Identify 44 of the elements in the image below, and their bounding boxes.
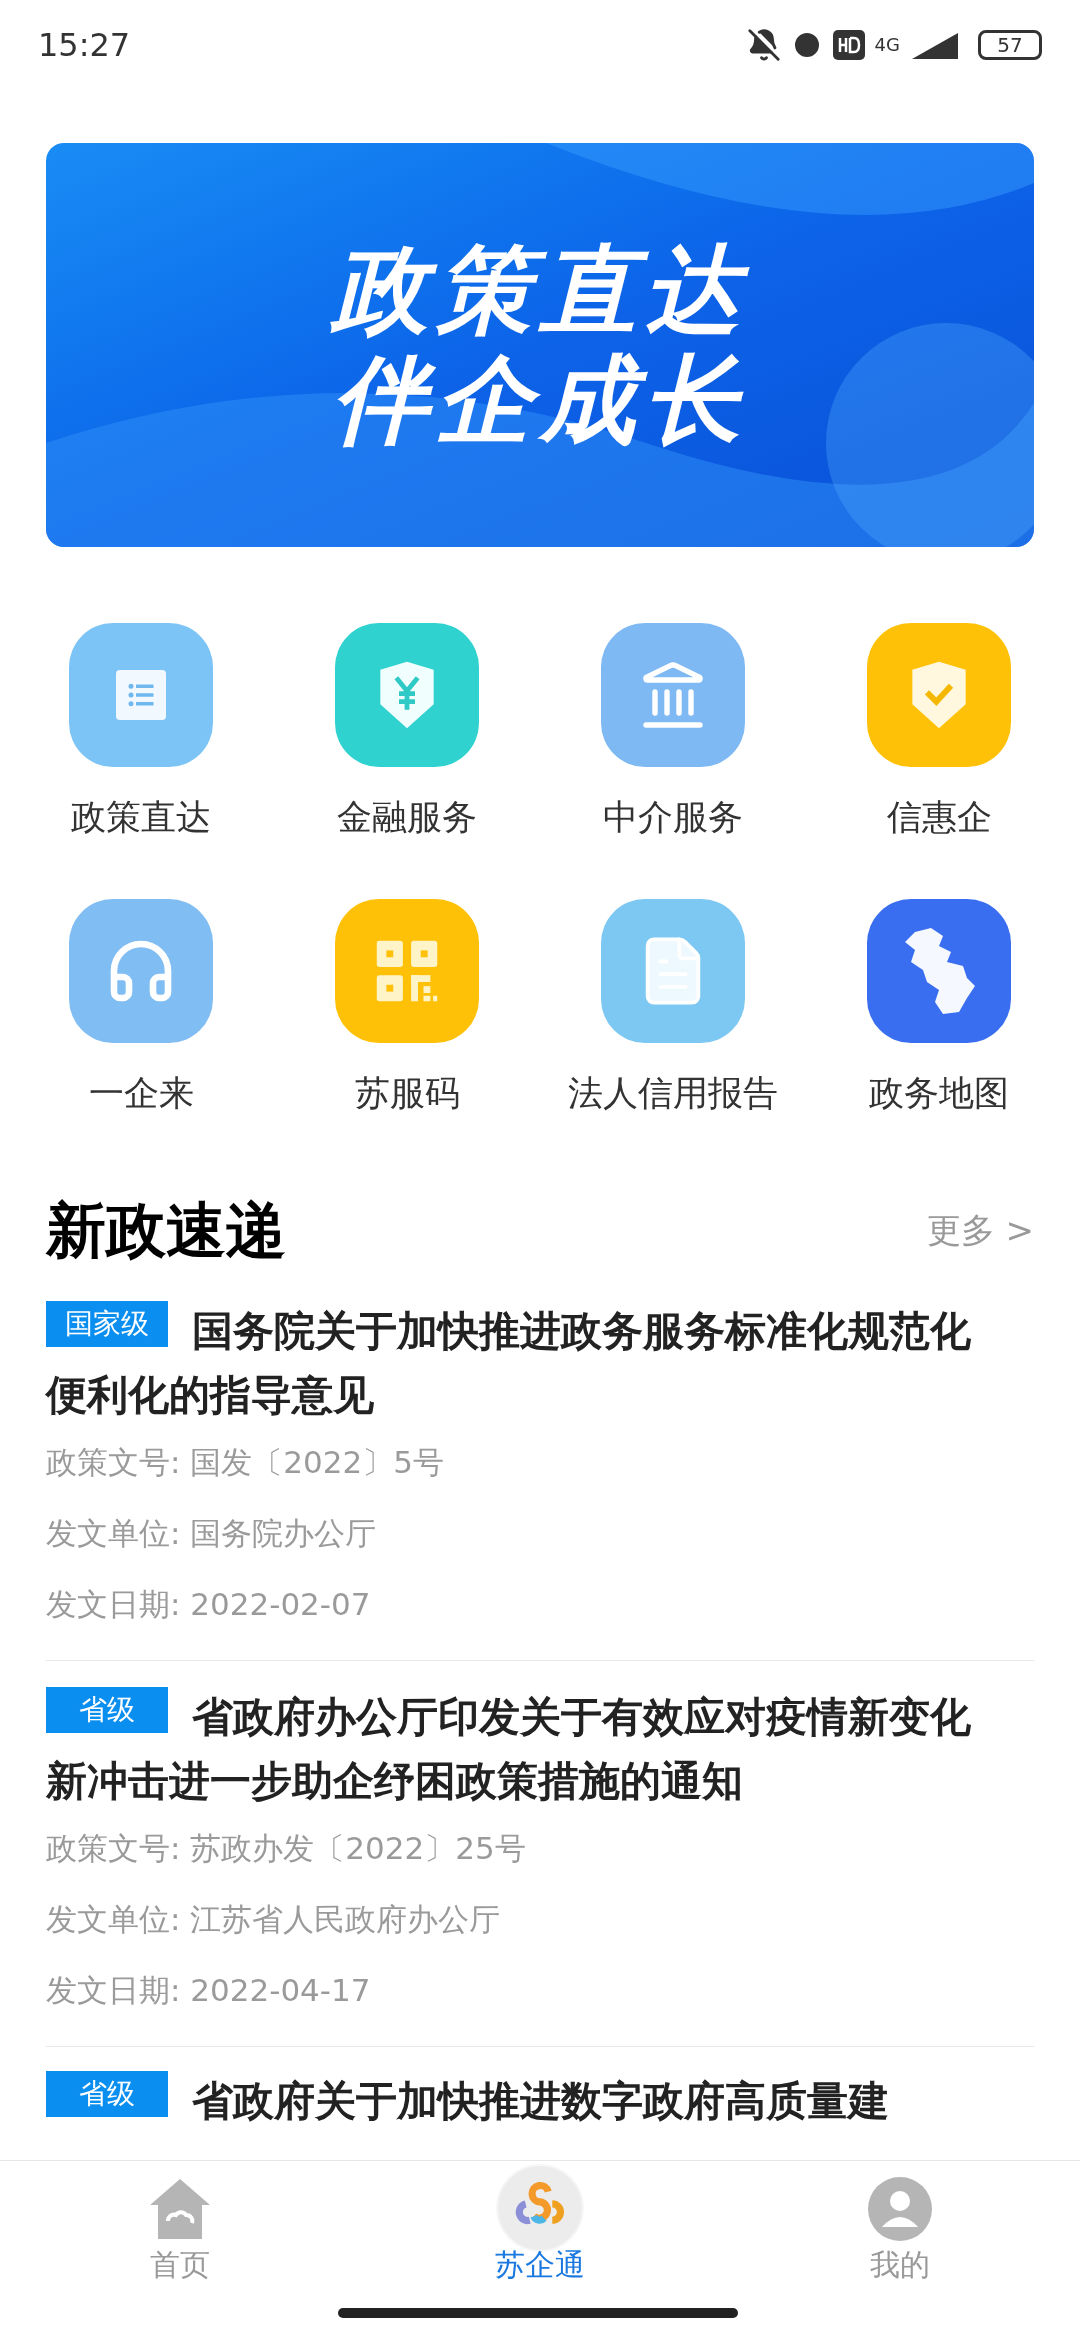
home-icon — [148, 2177, 212, 2241]
bell-off-icon — [746, 28, 781, 62]
service-tile[interactable] — [867, 623, 1011, 767]
news-meta: 发文日期: 2022-02-07 — [46, 1585, 372, 1624]
service-label: 苏服码 — [354, 1072, 460, 1115]
news-meta: 发文日期: 2022-04-17 — [46, 1971, 372, 2010]
service-tile[interactable] — [69, 899, 213, 1043]
service-label: 法人信用报告 — [568, 1072, 778, 1115]
service-label: 政策直达 — [71, 796, 211, 839]
hd-icon — [832, 30, 865, 60]
service-label: 中介服务 — [603, 796, 743, 839]
service-label: 金融服务 — [337, 796, 477, 839]
news-title[interactable]: 省政府办公厅印发关于有效应对疫情新变化 — [192, 1685, 971, 1749]
service-tile[interactable] — [335, 899, 479, 1043]
news-meta: 发文单位: 江苏省人民政府办公厅 — [46, 1900, 502, 1939]
section-title: 新政速递 — [46, 1194, 286, 1267]
signal-icon — [910, 31, 960, 59]
service-label: 信惠企 — [886, 796, 992, 839]
level-tag: 国家级 — [46, 1301, 168, 1347]
news-meta: 发文单位: 国务院办公厅 — [46, 1514, 378, 1553]
service-tile[interactable] — [69, 623, 213, 767]
status-time: 15:27 — [38, 25, 131, 66]
news-meta: 政策文号: 苏政办发〔2022〕25号 — [46, 1829, 527, 1868]
news-title[interactable]: 新冲击进一步助企纾困政策措施的通知 — [46, 1749, 743, 1813]
network-type: 4G — [874, 36, 900, 54]
level-tag: 省级 — [46, 1687, 168, 1733]
news-title[interactable]: 国务院关于加快推进政务服务标准化规范化 — [192, 1299, 971, 1363]
level-tag: 省级 — [46, 2071, 168, 2117]
news-meta: 政策文号: 国发〔2022〕5号 — [46, 1443, 445, 1482]
banner-slogan: 伴企成长 — [332, 352, 748, 448]
banner-slogan: 政策直达 — [332, 242, 748, 338]
service-tile[interactable] — [601, 623, 745, 767]
news-title[interactable]: 省政府关于加快推进数字政府高质量建 — [192, 2069, 889, 2133]
service-tile[interactable] — [601, 899, 745, 1043]
service-label: 一企来 — [88, 1072, 194, 1115]
qr-code-icon — [374, 938, 440, 1004]
profile-icon — [868, 2177, 932, 2241]
service-label: 政务地图 — [869, 1072, 1009, 1115]
service-tile[interactable] — [335, 623, 479, 767]
battery-level: 57 — [997, 35, 1023, 55]
nav-tab[interactable]: 苏企通 — [420, 2161, 660, 2340]
banner[interactable]: 政策直达 伴企成长 — [46, 143, 1034, 547]
news-title[interactable]: 便利化的指导意见 — [46, 1363, 374, 1427]
service-tile[interactable] — [867, 899, 1011, 1043]
